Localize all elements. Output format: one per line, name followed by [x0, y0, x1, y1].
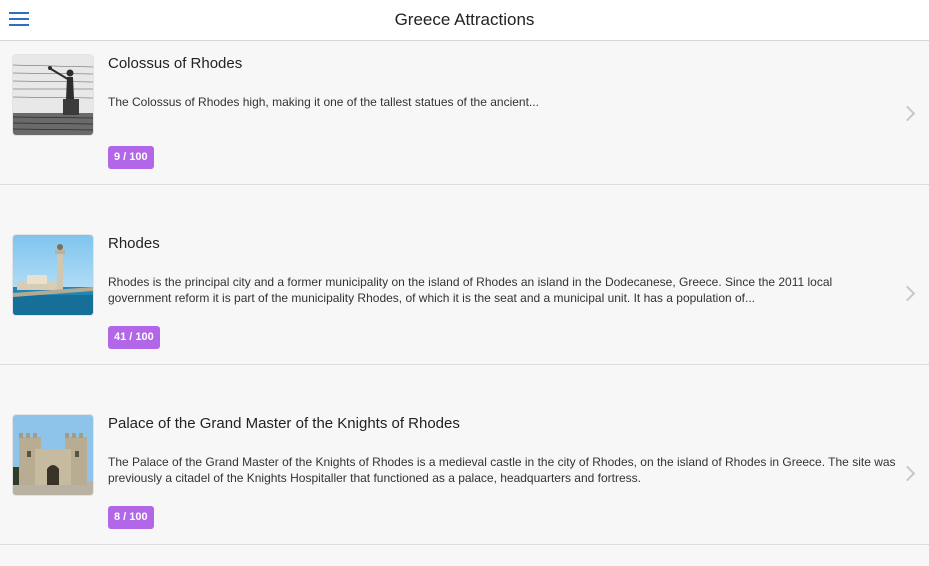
palace-thumbnail [13, 415, 93, 495]
chevron-right-icon [899, 105, 916, 122]
chevron-right-icon [899, 465, 916, 482]
page-title: Greece Attractions [394, 10, 535, 29]
rhodes-harbor-image [13, 235, 93, 315]
colossus-engraving-image [13, 55, 93, 135]
item-description: The Palace of the Grand Master of the Kn… [108, 455, 896, 485]
palace-castle-image [13, 415, 93, 495]
item-description: Rhodes is the principal city and a forme… [108, 275, 833, 305]
list-item[interactable]: Colossus of Rhodes The Colossus of Rhode… [0, 41, 929, 185]
item-title: Colossus of Rhodes [108, 55, 243, 72]
score-badge: 41 / 100 [108, 326, 160, 349]
item-description: The Colossus of Rhodes high, making it o… [108, 95, 539, 109]
list-item[interactable]: Palace of the Grand Master of the Knight… [0, 365, 929, 545]
item-title: Rhodes [108, 235, 160, 252]
chevron-right-icon [899, 285, 916, 302]
score-badge: 8 / 100 [108, 506, 154, 529]
score-badge: 9 / 100 [108, 146, 154, 169]
list-item[interactable]: Rhodes Rhodes is the principal city and … [0, 185, 929, 365]
rhodes-thumbnail [13, 235, 93, 315]
colossus-thumbnail [13, 55, 93, 135]
item-title: Palace of the Grand Master of the Knight… [108, 415, 460, 432]
attractions-list: Colossus of Rhodes The Colossus of Rhode… [0, 41, 929, 545]
top-bar: Greece Attractions [0, 0, 929, 41]
